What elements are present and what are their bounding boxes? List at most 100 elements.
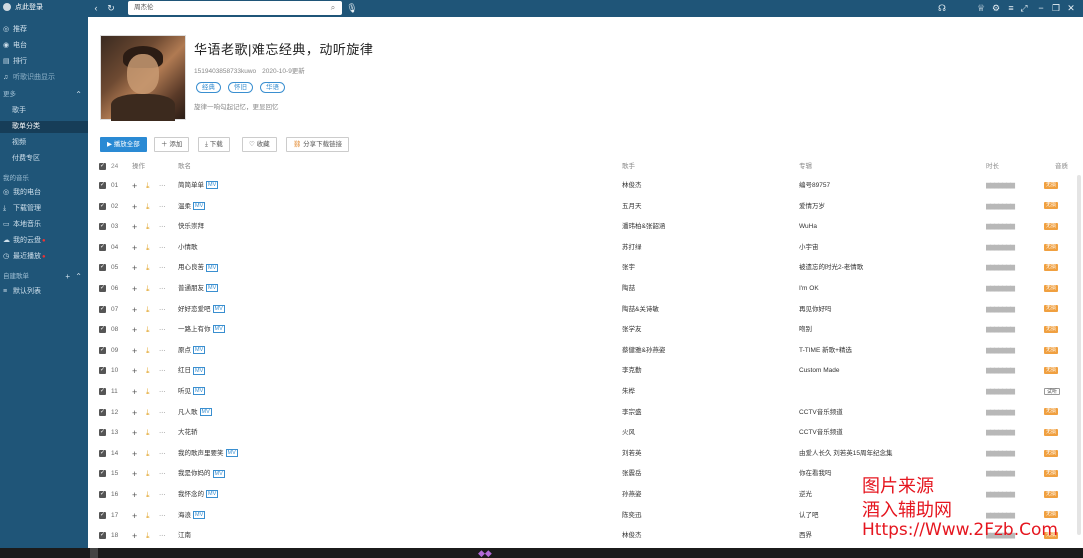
creator-id[interactable]: 1519403858733kuwo: [194, 68, 256, 75]
song-name[interactable]: 一路上有你: [178, 326, 211, 333]
download-button[interactable]: ⤓ 下载: [198, 137, 230, 152]
add-to-icon[interactable]: +: [132, 176, 137, 196]
row-checkbox[interactable]: ✓: [99, 243, 106, 251]
song-cell[interactable]: 凡人歌 MV: [178, 403, 358, 423]
download-icon[interactable]: ⤓: [146, 444, 150, 464]
song-name[interactable]: 温柔: [178, 203, 191, 210]
add-to-icon[interactable]: +: [132, 403, 137, 423]
song-name[interactable]: 快乐崇拜: [178, 223, 204, 230]
mv-badge[interactable]: MV: [206, 490, 219, 499]
singer-name[interactable]: 潘玮柏&张韶涵: [622, 217, 772, 237]
quality-badge[interactable]: 无损: [1044, 238, 1068, 258]
tag-nostalgic[interactable]: 怀旧: [228, 82, 253, 93]
row-checkbox[interactable]: ✓: [99, 305, 106, 313]
song-cell[interactable]: 快乐崇拜: [178, 217, 358, 237]
album-name[interactable]: CCTV音乐频道: [799, 403, 979, 423]
singer-name[interactable]: 张震岳: [622, 464, 772, 484]
album-name[interactable]: 被遗忘的时光2-老情歌: [799, 258, 979, 278]
mv-badge[interactable]: MV: [193, 387, 206, 396]
album-name[interactable]: 爱情万岁: [799, 197, 979, 217]
sidebar-item-recent[interactable]: ◷ 最近播放●: [0, 251, 88, 263]
mv-badge[interactable]: MV: [212, 304, 225, 313]
skin-icon[interactable]: ♕: [975, 3, 987, 14]
song-cell[interactable]: 我的歌声里要笑 MV: [178, 444, 358, 464]
download-icon[interactable]: ⤓: [146, 258, 150, 278]
song-name[interactable]: 我是你妈的: [178, 470, 211, 477]
download-icon[interactable]: ⤓: [146, 176, 150, 196]
song-name[interactable]: 江南: [178, 532, 191, 539]
add-to-icon[interactable]: +: [132, 506, 137, 526]
sidebar-item-default-list[interactable]: ≡ 默认列表: [0, 286, 88, 298]
quality-badge[interactable]: 无损: [1044, 279, 1068, 299]
singer-name[interactable]: 李宗盛: [622, 403, 772, 423]
song-name[interactable]: 听见: [178, 388, 191, 395]
maximize-icon[interactable]: ❐: [1050, 3, 1062, 14]
table-row[interactable]: ✓ 01 + ⤓ ··· 简简单单 MV 林俊杰 编号89757 ▆▆▆▆▆▆▆ 无损: [88, 176, 1083, 196]
header-song[interactable]: 歌名: [178, 161, 191, 173]
row-checkbox[interactable]: ✓: [99, 326, 106, 334]
more-icon[interactable]: ···: [159, 300, 166, 320]
row-checkbox[interactable]: ✓: [99, 346, 106, 354]
mv-badge[interactable]: MV: [206, 181, 219, 190]
download-icon[interactable]: ⤓: [146, 382, 150, 402]
album-name[interactable]: CCTV音乐频道: [799, 423, 979, 443]
refresh-icon[interactable]: ↻: [105, 3, 117, 14]
download-icon[interactable]: ⤓: [146, 341, 150, 361]
song-cell[interactable]: 一路上有你 MV: [178, 320, 358, 340]
add-to-icon[interactable]: +: [132, 444, 137, 464]
quality-badge[interactable]: 无损: [1044, 320, 1068, 340]
download-icon[interactable]: ⤓: [146, 464, 150, 484]
song-cell[interactable]: 大花轿: [178, 423, 358, 443]
table-row[interactable]: ✓ 09 + ⤓ ··· 原点 MV 蔡健雅&孙燕姿 T-TIME 新歌+精选 ▆▆▆▆▆▆▆ 无损: [88, 341, 1083, 361]
mv-badge[interactable]: MV: [206, 284, 219, 293]
more-icon[interactable]: ···: [159, 464, 166, 484]
album-name[interactable]: 吻别: [799, 320, 979, 340]
add-to-icon[interactable]: +: [132, 279, 137, 299]
more-icon[interactable]: ···: [159, 197, 166, 217]
row-checkbox[interactable]: ✓: [99, 408, 106, 416]
song-name[interactable]: 凡人歌: [178, 409, 198, 416]
quality-badge[interactable]: 无损: [1044, 217, 1068, 237]
minimize-icon[interactable]: −: [1035, 3, 1047, 14]
login-link[interactable]: 点此登录: [3, 3, 43, 13]
collapse-icon[interactable]: ⌃: [75, 90, 82, 100]
download-icon[interactable]: ⤓: [146, 485, 150, 505]
mv-badge[interactable]: MV: [193, 510, 206, 519]
song-name[interactable]: 我怀念的: [178, 491, 204, 498]
row-checkbox[interactable]: ✓: [99, 202, 106, 210]
song-name[interactable]: 简简单单: [178, 182, 204, 189]
quality-badge[interactable]: 无损: [1044, 197, 1068, 217]
download-icon[interactable]: ⤓: [146, 320, 150, 340]
album-name[interactable]: WuHa: [799, 217, 979, 237]
album-name[interactable]: 小宇宙: [799, 238, 979, 258]
mv-badge[interactable]: MV: [193, 346, 206, 355]
singer-name[interactable]: 苏打绿: [622, 238, 772, 258]
search-icon[interactable]: ⌕: [326, 1, 340, 15]
table-row[interactable]: ✓ 08 + ⤓ ··· 一路上有你 MV 张学友 吻别 ▆▆▆▆▆▆▆ 无损: [88, 320, 1083, 340]
quality-badge[interactable]: 无损: [1044, 485, 1068, 505]
download-icon[interactable]: ⤓: [146, 361, 150, 381]
more-icon[interactable]: ···: [159, 526, 166, 546]
scrollbar[interactable]: [1077, 175, 1081, 535]
collapse-icon[interactable]: ⌃: [75, 272, 82, 282]
singer-name[interactable]: 陶喆&关诗敏: [622, 300, 772, 320]
menu-icon[interactable]: ≡: [1005, 3, 1017, 14]
singer-name[interactable]: 张学友: [622, 320, 772, 340]
song-cell[interactable]: 用心良苦 MV: [178, 258, 358, 278]
tag-classic[interactable]: 经典: [196, 82, 221, 93]
select-all-checkbox[interactable]: ✓: [99, 163, 106, 170]
album-name[interactable]: 由爱人长久 刘若英15周年纪念集: [799, 444, 979, 464]
add-to-icon[interactable]: +: [132, 464, 137, 484]
row-checkbox[interactable]: ✓: [99, 470, 106, 478]
download-icon[interactable]: ⤓: [146, 526, 150, 546]
singer-name[interactable]: 五月天: [622, 197, 772, 217]
more-icon[interactable]: ···: [159, 258, 166, 278]
quality-badge[interactable]: 无损: [1044, 423, 1068, 443]
table-row[interactable]: ✓ 12 + ⤓ ··· 凡人歌 MV 李宗盛 CCTV音乐频道 ▆▆▆▆▆▆▆ 无损: [88, 403, 1083, 423]
more-icon[interactable]: ···: [159, 382, 166, 402]
table-row[interactable]: ✓ 04 + ⤓ ··· 小情歌 苏打绿 小宇宙 ▆▆▆▆▆▆▆ 无损: [88, 238, 1083, 258]
row-checkbox[interactable]: ✓: [99, 532, 106, 540]
play-all-button[interactable]: ▶ 播放全部: [100, 137, 147, 152]
download-icon[interactable]: ⤓: [146, 238, 150, 258]
nav-radio[interactable]: ◉ 电台: [0, 40, 88, 52]
